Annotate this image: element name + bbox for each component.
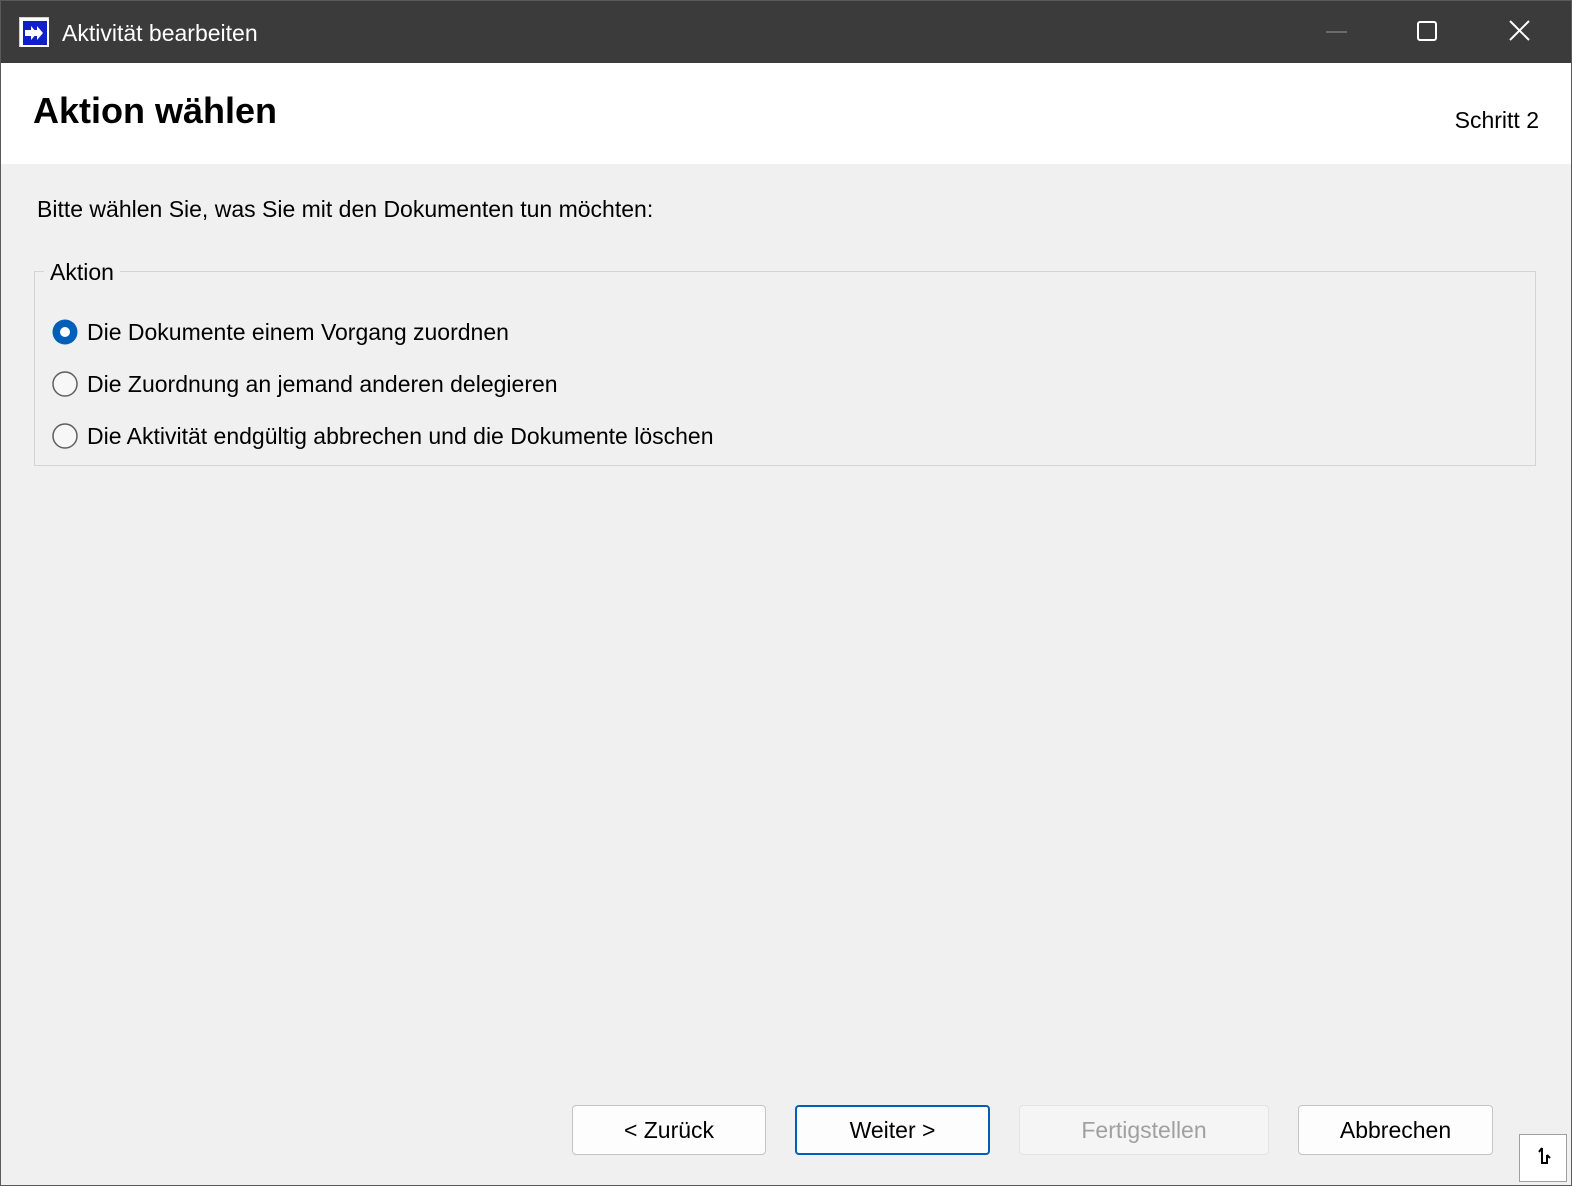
instruction-text: Bitte wählen Sie, was Sie mit den Dokume… <box>37 196 654 222</box>
cancel-button[interactable]: Abbrechen <box>1298 1105 1493 1155</box>
step-indicator: Schritt 2 <box>1454 107 1539 133</box>
minimize-icon <box>1326 31 1347 33</box>
help-corner-button[interactable] <box>1519 1134 1567 1182</box>
window-title: Aktivität bearbeiten <box>62 20 258 46</box>
radio-label: Die Aktivität endgültig abbrechen und di… <box>87 423 714 449</box>
app-arrow-icon <box>19 17 49 47</box>
minimize-button[interactable] <box>1291 1 1383 63</box>
radio-label: Die Zuordnung an jemand anderen delegier… <box>87 371 558 397</box>
maximize-icon <box>1417 21 1437 41</box>
radio-selected-icon <box>52 319 78 345</box>
wizard-header: Aktion wählen Schritt 2 <box>1 63 1571 164</box>
close-button[interactable] <box>1473 1 1565 63</box>
next-button[interactable]: Weiter > <box>795 1105 990 1155</box>
help-pointer-icon <box>1538 1147 1551 1164</box>
back-button[interactable]: < Zurück <box>572 1105 766 1155</box>
close-icon <box>1509 20 1530 41</box>
groupbox-legend: Aktion <box>44 257 120 287</box>
maximize-button[interactable] <box>1382 1 1474 63</box>
radio-label: Die Dokumente einem Vorgang zuordnen <box>87 319 509 345</box>
title-bar[interactable]: Aktivität bearbeiten <box>1 1 1571 63</box>
radio-unselected-icon <box>52 371 78 397</box>
wizard-window: Aktivität bearbeiten Aktion wählen Schri… <box>0 0 1572 1186</box>
finish-button: Fertigstellen <box>1019 1105 1269 1155</box>
radio-unselected-icon <box>52 423 78 449</box>
page-title: Aktion wählen <box>33 90 278 131</box>
